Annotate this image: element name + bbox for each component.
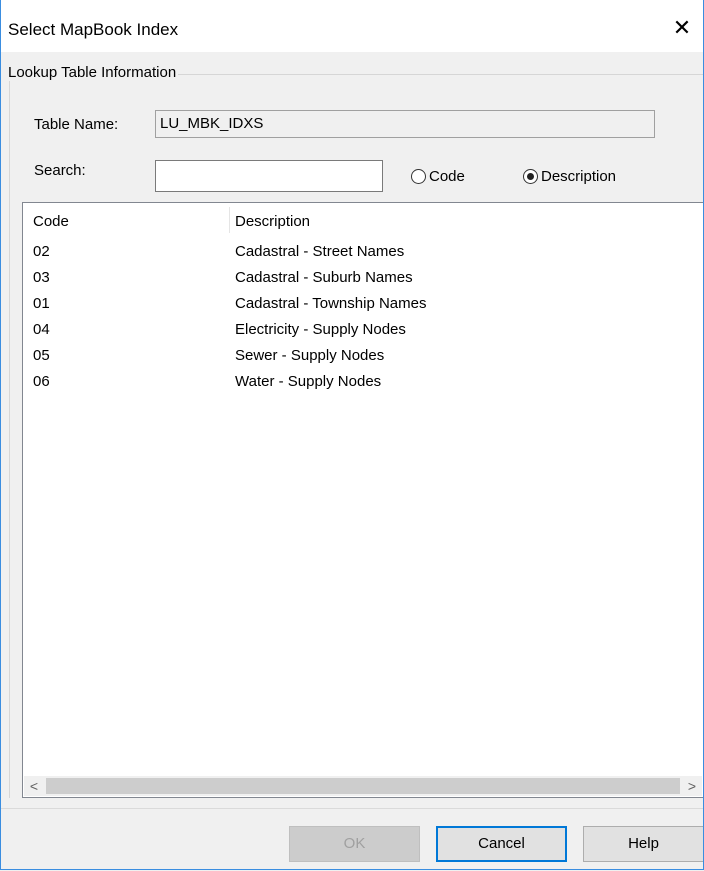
cancel-button[interactable]: Cancel: [436, 826, 567, 862]
column-header-description[interactable]: Description: [235, 213, 310, 230]
search-label: Search:: [34, 162, 86, 179]
radio-description-label: Description: [541, 168, 617, 185]
horizontal-scrollbar[interactable]: < >: [24, 776, 702, 796]
radio-description-circle[interactable]: [523, 169, 538, 184]
column-separator[interactable]: [229, 207, 230, 233]
title-bar: Select MapBook Index ✕: [0, 0, 704, 52]
list-item[interactable]: 03 Cadastral - Suburb Names: [23, 269, 703, 295]
list-item[interactable]: 04 Electricity - Supply Nodes: [23, 321, 703, 347]
scroll-left-icon[interactable]: <: [24, 776, 44, 796]
radio-code[interactable]: Code: [411, 168, 465, 185]
footer-divider: [0, 808, 704, 809]
row-code: 02: [33, 243, 50, 260]
row-description: Sewer - Supply Nodes: [235, 347, 385, 364]
table-name-label: Table Name:: [34, 116, 119, 133]
group-label: Lookup Table Information: [6, 64, 179, 81]
row-code: 04: [33, 321, 50, 338]
table-name-field: LU_MBK_IDXS: [155, 110, 655, 138]
row-description: Water - Supply Nodes: [235, 373, 382, 390]
list-item[interactable]: 06 Water - Supply Nodes: [23, 373, 703, 399]
row-description: Cadastral - Suburb Names: [235, 269, 413, 286]
lookup-list[interactable]: Code Description 02 Cadastral - Street N…: [22, 202, 704, 798]
row-code: 01: [33, 295, 50, 312]
radio-code-label: Code: [429, 168, 465, 185]
scroll-right-icon[interactable]: >: [682, 776, 702, 796]
ok-button[interactable]: OK: [289, 826, 420, 862]
column-header-code[interactable]: Code: [33, 213, 69, 230]
list-item[interactable]: 05 Sewer - Supply Nodes: [23, 347, 703, 373]
list-item[interactable]: 02 Cadastral - Street Names: [23, 243, 703, 269]
list-item[interactable]: 01 Cadastral - Township Names: [23, 295, 703, 321]
help-button[interactable]: Help: [583, 826, 704, 862]
row-description: Electricity - Supply Nodes: [235, 321, 406, 338]
scroll-thumb[interactable]: [46, 778, 680, 794]
search-input[interactable]: [155, 160, 383, 192]
window-title: Select MapBook Index: [8, 20, 179, 39]
row-description: Cadastral - Township Names: [235, 295, 427, 312]
radio-code-circle[interactable]: [411, 169, 426, 184]
radio-description[interactable]: Description: [523, 168, 616, 185]
row-description: Cadastral - Street Names: [235, 243, 405, 260]
row-code: 05: [33, 347, 50, 364]
close-icon[interactable]: ✕: [660, 8, 704, 48]
row-code: 03: [33, 269, 50, 286]
row-code: 06: [33, 373, 50, 390]
